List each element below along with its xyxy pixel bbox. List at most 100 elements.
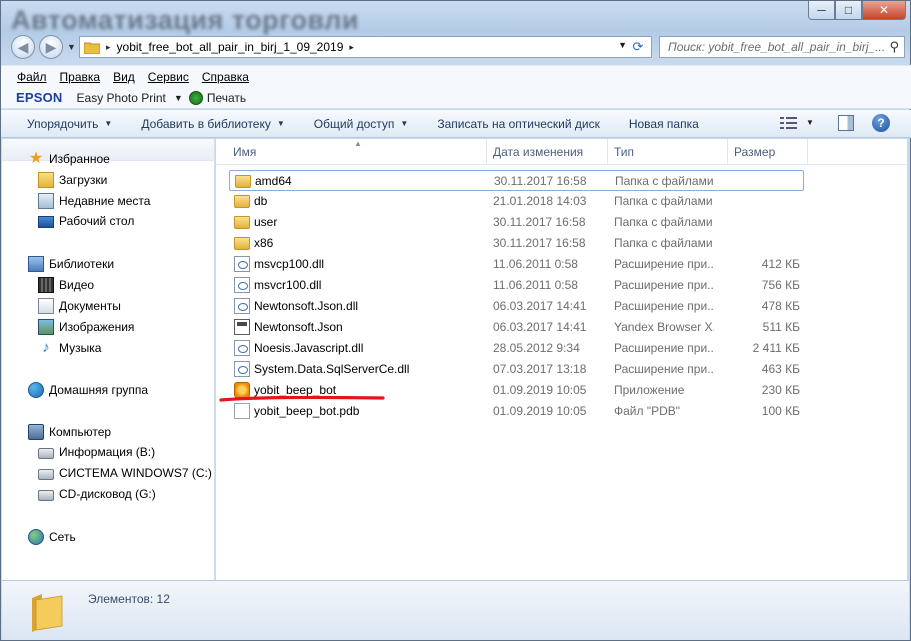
add-to-library-button[interactable]: Добавить в библиотеку ▼ <box>141 117 284 131</box>
nav-item-desktop[interactable]: Рабочий стол <box>38 214 134 228</box>
folder-icon <box>84 42 100 54</box>
table-row[interactable]: Newtonsoft.Json.dll 06.03.2017 14:41 Рас… <box>229 296 804 317</box>
nav-item-music[interactable]: ♪ Музыка <box>38 340 101 356</box>
burn-button[interactable]: Записать на оптический диск <box>437 117 600 131</box>
file-type: Yandex Browser X... <box>614 320 714 334</box>
nav-label: Недавние места <box>59 194 151 208</box>
address-bar[interactable]: ▸ yobit_free_bot_all_pair_in_birj_1_09_2… <box>79 36 652 58</box>
column-divider[interactable] <box>727 139 728 165</box>
nav-label: CD-дисковод (G:) <box>59 487 156 501</box>
column-divider[interactable] <box>486 139 487 165</box>
network-icon <box>28 529 44 545</box>
nav-label: СИСТЕМА WINDOWS7 (C:) <box>59 466 212 480</box>
table-row[interactable]: Newtonsoft.Json 06.03.2017 14:41 Yandex … <box>229 317 804 338</box>
breadcrumb-current[interactable]: yobit_free_bot_all_pair_in_birj_1_09_201… <box>117 40 344 54</box>
menu-view[interactable]: Вид <box>113 70 135 84</box>
organize-button[interactable]: Упорядочить ▼ <box>27 117 112 131</box>
search-icon[interactable]: ⚲ <box>889 39 899 55</box>
file-size: 2 411 КБ <box>752 341 800 355</box>
dll-icon <box>234 340 250 356</box>
file-size: 230 КБ <box>761 383 800 397</box>
menu-file[interactable]: Файл <box>17 70 47 84</box>
file-type: Расширение при... <box>614 257 714 271</box>
window-title: Автоматизация торговли <box>11 5 359 35</box>
nav-item-video[interactable]: Видео <box>38 277 94 293</box>
cd-drive-icon <box>38 490 54 501</box>
menu-edit[interactable]: Правка <box>60 70 101 84</box>
file-date: 11.06.2011 0:58 <box>493 257 578 271</box>
nav-item-downloads[interactable]: Загрузки <box>38 172 107 188</box>
arrow-right-icon: ▶ <box>45 38 57 55</box>
nav-network[interactable]: Сеть <box>28 529 76 545</box>
sort-ascending-icon: ▲ <box>354 139 362 148</box>
column-size[interactable]: Размер <box>734 145 775 159</box>
share-button[interactable]: Общий доступ ▼ <box>314 117 409 131</box>
explorer-window: Автоматизация торговли ─ □ ✕ ◀ ▶ ▼ ▸ yob… <box>0 0 911 641</box>
file-date: 30.11.2017 16:58 <box>494 174 587 188</box>
back-button[interactable]: ◀ <box>11 35 35 59</box>
close-button[interactable]: ✕ <box>862 1 906 20</box>
file-name: System.Data.SqlServerCe.dll <box>254 362 410 376</box>
chevron-down-icon: ▼ <box>276 119 285 128</box>
table-row[interactable]: msvcp100.dll 11.06.2011 0:58 Расширение … <box>229 254 804 275</box>
table-row[interactable]: msvcr100.dll 11.06.2011 0:58 Расширение … <box>229 275 804 296</box>
table-row[interactable]: db 21.01.2018 14:03 Папка с файлами <box>229 191 804 212</box>
breadcrumb-separator[interactable]: ▸ <box>349 42 354 53</box>
table-row[interactable]: Noesis.Javascript.dll 28.05.2012 9:34 Ра… <box>229 338 804 359</box>
refresh-icon[interactable]: ⟳ <box>629 39 647 55</box>
menu-bar: Файл Правка Вид Сервис Справка <box>1 65 911 87</box>
column-divider[interactable] <box>807 139 808 165</box>
downloads-folder-icon <box>38 172 54 188</box>
column-date[interactable]: Дата изменения <box>493 145 583 159</box>
chevron-down-icon[interactable]: ▼ <box>174 93 183 103</box>
nav-item-drive-c[interactable]: СИСТЕМА WINDOWS7 (C:) <box>38 466 212 480</box>
table-row[interactable]: user 30.11.2017 16:58 Папка с файлами <box>229 212 804 233</box>
nav-item-drive-b[interactable]: Информация (B:) <box>38 445 155 459</box>
view-options-icon[interactable] <box>780 116 798 130</box>
nav-item-documents[interactable]: Документы <box>38 298 121 314</box>
menu-tools[interactable]: Сервис <box>148 70 189 84</box>
new-folder-button[interactable]: Новая папка <box>629 117 699 131</box>
help-icon[interactable]: ? <box>872 114 890 132</box>
maximize-button[interactable]: □ <box>835 1 862 20</box>
table-row[interactable]: amd64 30.11.2017 16:58 Папка с файлами <box>229 170 804 191</box>
minimize-button[interactable]: ─ <box>808 1 835 20</box>
table-row[interactable]: System.Data.SqlServerCe.dll 07.03.2017 1… <box>229 359 804 380</box>
column-divider[interactable] <box>607 139 608 165</box>
chevron-down-icon[interactable]: ▼ <box>806 118 814 127</box>
nav-item-recent[interactable]: Недавние места <box>38 193 150 209</box>
file-name: db <box>254 194 268 208</box>
table-row[interactable]: yobit_beep_bot.pdb 01.09.2019 10:05 Файл… <box>229 401 804 422</box>
nav-item-drive-g[interactable]: CD-дисковод (G:) <box>38 487 156 501</box>
file-date: 30.11.2017 16:58 <box>493 215 586 229</box>
nav-item-pictures[interactable]: Изображения <box>38 319 134 335</box>
nav-computer[interactable]: Компьютер <box>28 424 111 440</box>
nav-favorites[interactable]: ★ Избранное <box>28 151 110 167</box>
print-button[interactable]: Печать <box>207 91 246 105</box>
nav-label: Избранное <box>49 152 110 166</box>
search-input[interactable]: Поиск: yobit_free_bot_all_pair_in_birj_.… <box>659 36 905 58</box>
print-icon[interactable] <box>188 90 203 105</box>
dll-icon <box>234 361 250 377</box>
epson-app-button[interactable]: Easy Photo Print <box>77 91 166 105</box>
table-row[interactable]: x86 30.11.2017 16:58 Папка с файлами <box>229 233 804 254</box>
forward-button[interactable]: ▶ <box>39 35 63 59</box>
navigation-pane: ★ Избранное Загрузки Недавние места Рабоч… <box>2 139 215 580</box>
epson-toolbar: EPSON Easy Photo Print ▼ Печать <box>1 87 911 109</box>
column-name[interactable]: Имя <box>233 145 256 159</box>
nav-homegroup[interactable]: Домашняя группа <box>28 382 148 398</box>
breadcrumb-separator[interactable]: ▸ <box>106 42 111 53</box>
preview-pane-icon[interactable] <box>838 115 854 131</box>
file-date: 30.11.2017 16:58 <box>493 236 586 250</box>
nav-libraries[interactable]: Библиотеки <box>28 256 114 272</box>
recent-pages-dropdown[interactable]: ▼ <box>67 42 76 52</box>
column-header: ▲ Имя Дата изменения Тип Размер <box>216 139 907 165</box>
file-name: Newtonsoft.Json.dll <box>254 299 359 313</box>
menu-help[interactable]: Справка <box>202 70 249 84</box>
address-dropdown[interactable]: ▼ <box>618 40 627 50</box>
column-type[interactable]: Тип <box>614 145 634 159</box>
items-count: Элементов: 12 <box>88 592 170 606</box>
file-name: x86 <box>254 236 274 250</box>
music-icon: ♪ <box>42 339 50 356</box>
add-to-library-label: Добавить в библиотеку <box>141 116 271 131</box>
